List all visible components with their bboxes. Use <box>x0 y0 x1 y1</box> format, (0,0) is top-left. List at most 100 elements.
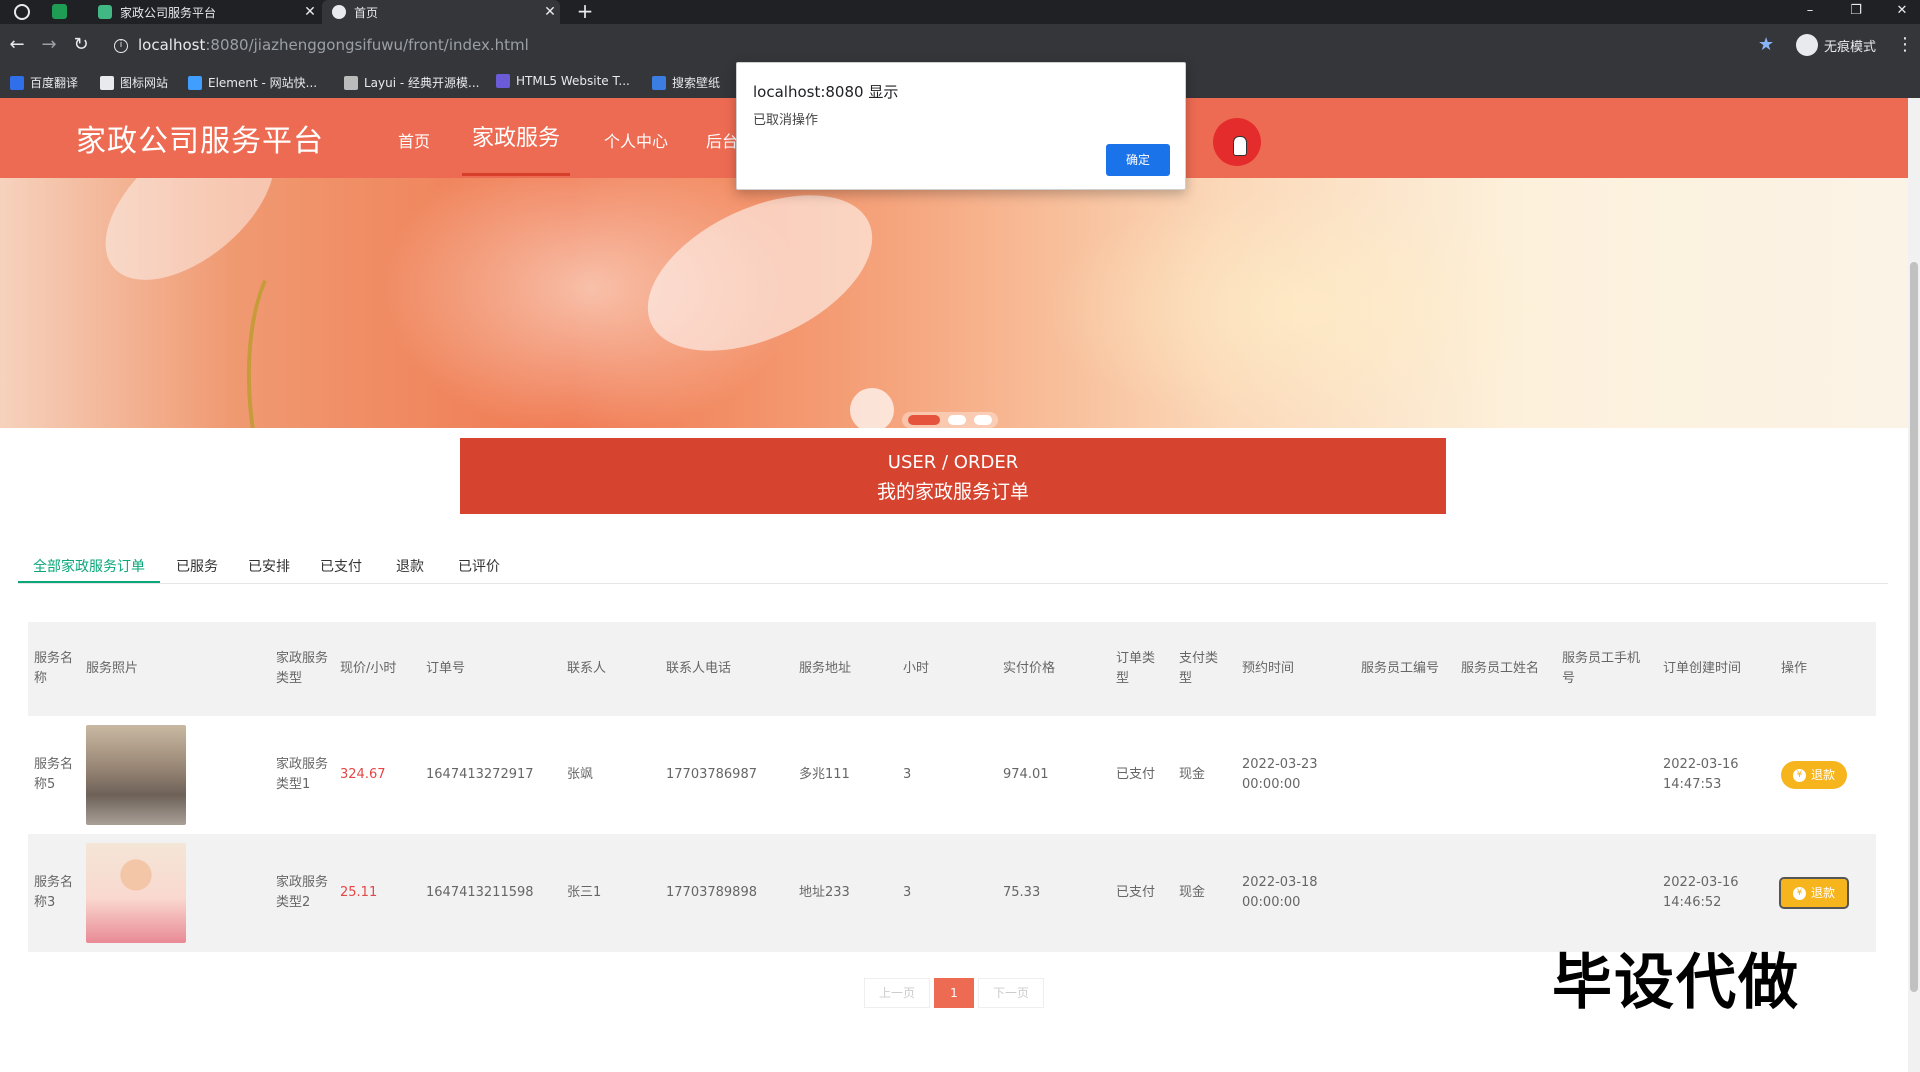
site-logo[interactable]: 家政公司服务平台 <box>76 116 324 160</box>
next-page-button[interactable]: 下一页 <box>978 978 1044 1008</box>
hours: 3 <box>897 834 997 952</box>
nav-personal-center[interactable]: 个人中心 <box>604 128 668 152</box>
tab-served[interactable]: 已服务 <box>176 556 218 576</box>
col-header: 现价/小时 <box>334 622 420 716</box>
globe-icon <box>332 5 346 19</box>
bookmark-item[interactable]: Layui - 经典开源模... <box>344 74 479 91</box>
incognito-indicator[interactable]: 无痕模式 <box>1796 34 1876 56</box>
banner-glow <box>1040 188 1560 428</box>
page-scrollbar[interactable] <box>1908 98 1920 1072</box>
mouse-cursor-icon <box>1233 136 1247 156</box>
browser-tab[interactable]: 家政公司服务平台 ✕ <box>88 0 320 24</box>
carousel-dot-active[interactable] <box>908 415 940 425</box>
bookmark-star-icon[interactable]: ★ <box>1758 34 1774 55</box>
created-time: 2022-03-16 14:47:53 <box>1657 716 1775 834</box>
col-header: 订单创建时间 <box>1657 622 1775 716</box>
service-address: 地址233 <box>793 834 897 952</box>
prev-page-button[interactable]: 上一页 <box>864 978 930 1008</box>
refund-button[interactable]: ¥ 退款 <box>1781 761 1848 789</box>
dialog-ok-button[interactable]: 确定 <box>1106 144 1170 176</box>
tab-arranged[interactable]: 已安排 <box>248 556 290 576</box>
url-field[interactable]: localhost:8080/jiazhenggongsifuwu/front/… <box>138 36 529 54</box>
service-type: 家政服务类型1 <box>270 716 334 834</box>
service-name: 服务名称3 <box>28 834 80 952</box>
tab-all-orders[interactable]: 全部家政服务订单 <box>33 556 145 576</box>
browser-menu-icon[interactable]: ⋮ <box>1896 34 1914 55</box>
col-header: 小时 <box>897 622 997 716</box>
pay-type: 现金 <box>1173 716 1236 834</box>
page-number-button[interactable]: 1 <box>934 978 974 1008</box>
bookmark-item[interactable]: Element - 网站快... <box>188 74 317 91</box>
tab-refund[interactable]: 退款 <box>396 556 424 576</box>
tab-paid[interactable]: 已支付 <box>320 556 362 576</box>
restore-icon[interactable]: ❐ <box>1838 0 1874 24</box>
staff-name <box>1455 834 1556 952</box>
bookmark-item[interactable]: 图标网站 <box>100 74 168 91</box>
service-photo[interactable] <box>86 725 186 825</box>
screen: 家政公司服务平台 ✕ 首页 ✕ + – ❐ ✕ ← → ↻ i localhos… <box>0 0 1920 1072</box>
scrollbar-thumb[interactable] <box>1910 262 1918 992</box>
minimize-icon[interactable]: – <box>1792 0 1828 24</box>
col-header: 联系人 <box>561 622 660 716</box>
appointment-time: 2022-03-23 00:00:00 <box>1236 716 1355 834</box>
nav-home[interactable]: 首页 <box>398 128 430 152</box>
url-host: localhost <box>138 36 206 54</box>
browser-tabbar: 家政公司服务平台 ✕ 首页 ✕ + – ❐ ✕ <box>0 0 1920 24</box>
close-window-icon[interactable]: ✕ <box>1884 0 1920 24</box>
order-number: 1647413211598 <box>420 834 561 952</box>
tab-reviewed[interactable]: 已评价 <box>458 556 500 576</box>
close-tab-icon[interactable]: ✕ <box>540 4 560 20</box>
col-header: 操作 <box>1775 622 1876 716</box>
bookmark-item[interactable]: 百度翻译 <box>10 74 78 91</box>
globe-icon[interactable] <box>14 4 30 20</box>
incognito-label: 无痕模式 <box>1824 39 1877 55</box>
translate-icon <box>10 75 24 90</box>
paid-amount: 75.33 <box>997 834 1110 952</box>
bookmark-item[interactable]: 搜索壁纸 <box>652 74 720 91</box>
bookmark-label: 百度翻译 <box>30 76 79 90</box>
pay-type: 现金 <box>1173 834 1236 952</box>
staff-number <box>1355 716 1455 834</box>
contact-phone: 17703786987 <box>660 716 793 834</box>
price-per-hour: 324.67 <box>334 716 420 834</box>
table-row: 服务名称5 家政服务类型1 324.67 1647413272917 张飒 17… <box>28 716 1876 834</box>
service-photo[interactable] <box>86 843 186 943</box>
col-header: 订单号 <box>420 622 561 716</box>
reload-icon[interactable]: ↻ <box>70 34 92 56</box>
dialog-title: localhost:8080 显示 <box>753 83 899 101</box>
service-address: 多兆111 <box>793 716 897 834</box>
site-info-icon[interactable]: i <box>114 39 128 53</box>
new-tab-button[interactable]: + <box>574 0 596 24</box>
carousel-dot[interactable] <box>948 415 966 425</box>
pinned-tab-icon[interactable] <box>52 4 67 19</box>
col-header: 支付类型 <box>1173 622 1236 716</box>
carousel-dot[interactable] <box>974 415 992 425</box>
tab-title: 家政公司服务平台 <box>120 5 217 20</box>
col-header: 服务照片 <box>80 622 270 716</box>
refund-label: 退款 <box>1811 768 1836 782</box>
col-header: 服务名称 <box>28 622 80 716</box>
forward-icon[interactable]: → <box>38 34 60 56</box>
service-type: 家政服务类型2 <box>270 834 334 952</box>
light-orb <box>850 388 894 428</box>
browser-tab-active[interactable]: 首页 ✕ <box>322 0 560 24</box>
col-header: 实付价格 <box>997 622 1110 716</box>
banner-carousel[interactable] <box>0 178 1908 428</box>
nav-housekeeping[interactable]: 家政服务 <box>472 120 560 152</box>
close-tab-icon[interactable]: ✕ <box>300 4 320 20</box>
refund-button[interactable]: ¥ 退款 <box>1778 877 1850 909</box>
order-type: 已支付 <box>1110 834 1173 952</box>
service-photo-cell <box>80 834 270 952</box>
refund-label: 退款 <box>1811 886 1836 900</box>
tab-active-indicator <box>18 581 160 583</box>
web-page: 家政公司服务平台 首页 家政服务 个人中心 后台 USER / ORDER 我的… <box>0 98 1920 1072</box>
action-cell: ¥ 退款 <box>1775 716 1876 834</box>
carousel-indicators <box>902 412 998 428</box>
back-icon[interactable]: ← <box>6 34 28 56</box>
bookmark-item[interactable]: HTML5 Website T... <box>496 74 630 88</box>
url-path: :8080/jiazhenggongsifuwu/front/index.htm… <box>205 36 529 54</box>
bookmark-label: 搜索壁纸 <box>672 76 721 90</box>
nav-admin[interactable]: 后台 <box>706 128 738 152</box>
order-type: 已支付 <box>1110 716 1173 834</box>
layui-icon <box>344 75 358 90</box>
